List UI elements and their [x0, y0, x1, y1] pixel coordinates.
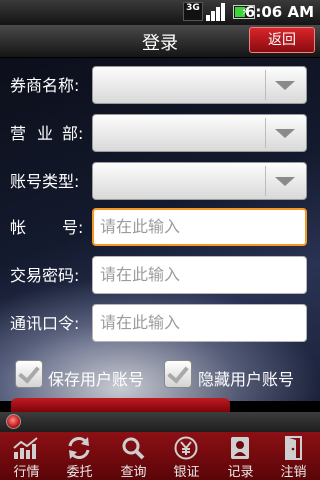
yuan-icon [174, 436, 198, 460]
branch-label-char2: 业 [37, 124, 54, 143]
account-type-row: 账号类型: [0, 160, 320, 200]
account-row: 帐 号: 请在此输入 [0, 206, 320, 246]
tab-orders[interactable]: 委托 [53, 432, 106, 480]
account-label-char1: 帐 [10, 218, 27, 237]
signal-strength-icon [206, 3, 228, 21]
trade-password-label: 交易密码: [10, 266, 80, 285]
tab-label: 行情 [13, 465, 40, 480]
contact-icon [231, 437, 249, 459]
comm-password-row: 通讯口令: 请在此输入 [0, 302, 320, 342]
login-button[interactable] [11, 398, 230, 412]
tab-quotes[interactable]: 行情 [0, 432, 53, 480]
notification-dot-icon[interactable] [6, 414, 21, 429]
branch-label-char3: 部: [62, 124, 84, 143]
save-account-checkbox[interactable] [15, 360, 43, 388]
trade-password-input[interactable]: 请在此输入 [92, 256, 307, 294]
comm-password-input[interactable]: 请在此输入 [92, 304, 307, 342]
account-type-label: 账号类型: [10, 172, 80, 191]
save-account-label: 保存用户账号 [48, 370, 145, 389]
tab-records[interactable]: 记录 [214, 432, 267, 480]
dropdown-arrow-icon [275, 129, 295, 138]
hide-account-checkbox[interactable] [164, 360, 192, 388]
tab-label: 记录 [227, 465, 254, 480]
status-time: 6:06 AM [244, 3, 314, 21]
dropdown-arrow-icon [275, 81, 295, 90]
branch-row: 营 业 部: [0, 112, 320, 152]
login-form: 券商名称: 营 业 部: 账号类型: 帐 号: 请在此输入 交易密码: 请在此输… [0, 58, 320, 401]
tab-label: 注销 [280, 465, 307, 480]
tab-label: 查询 [120, 465, 147, 480]
tab-logout[interactable]: 注销 [267, 432, 320, 480]
branch-select[interactable] [92, 114, 307, 152]
broker-select[interactable] [92, 66, 307, 104]
tab-label: 银证 [173, 465, 200, 480]
comm-password-label: 通讯口令: [10, 314, 80, 333]
back-button[interactable]: 返回 [249, 27, 315, 53]
hide-account-label: 隐藏用户账号 [198, 370, 295, 389]
status-bar: 3G ⚡ 6:06 AM [0, 0, 320, 25]
network-3g-icon: 3G [183, 2, 203, 21]
bottom-tab-bar: 行情 委托 查询 银证 记录 注销 [0, 432, 320, 480]
tab-query[interactable]: 查询 [107, 432, 160, 480]
magnifier-icon [122, 437, 145, 460]
dropdown-arrow-icon [275, 177, 295, 186]
broker-label: 券商名称: [10, 76, 80, 95]
account-label-char2: 号: [62, 218, 84, 237]
broker-row: 券商名称: [0, 64, 320, 104]
account-type-select[interactable] [92, 162, 307, 200]
trade-password-row: 交易密码: 请在此输入 [0, 254, 320, 294]
refresh-icon [68, 437, 90, 459]
exit-door-icon [285, 436, 302, 460]
branch-label-char1: 营 [10, 124, 27, 143]
title-bar: 登录 返回 [0, 25, 320, 58]
checkmark-icon [167, 361, 189, 384]
account-input[interactable]: 请在此输入 [92, 208, 307, 246]
checkmark-icon [18, 361, 40, 384]
tab-bank-securities[interactable]: 银证 [160, 432, 213, 480]
info-strip [0, 412, 320, 432]
chart-icon [13, 437, 38, 459]
tab-label: 委托 [66, 465, 93, 480]
